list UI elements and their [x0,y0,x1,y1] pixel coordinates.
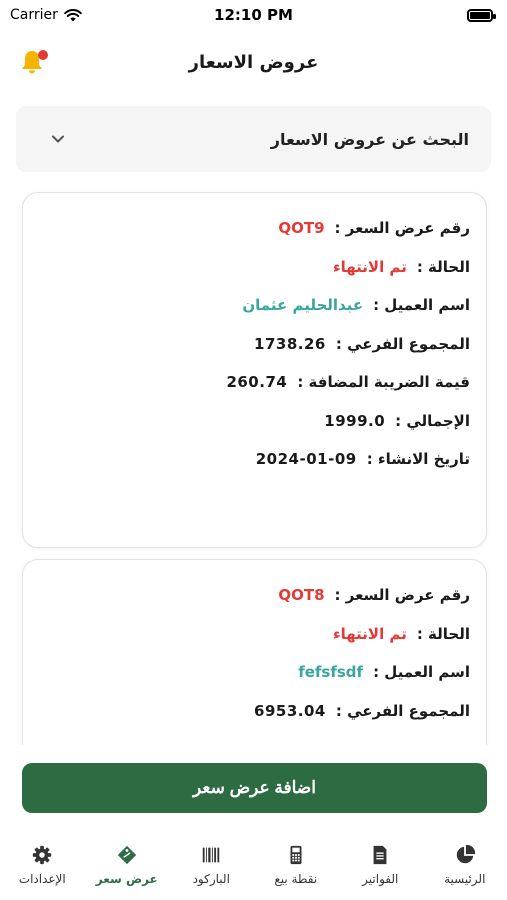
nav-item-quote[interactable]: عرض سعر [85,832,170,900]
quote-total-label: الإجمالي : [395,411,470,430]
quote-number-row: رقم عرض السعر : QOT9 [39,209,470,248]
nav-item-invoices[interactable]: الفواتير [338,832,423,900]
gear-icon [33,845,52,865]
search-label: البحث عن عروض الاسعار [270,129,469,149]
quote-customer-row: اسم العميل : عبدالحليم عثمان [39,286,470,325]
quote-customer-label: اسم العميل : [373,663,470,682]
quote-subtotal-row: المجموع الفرعي : 1738.26 [39,325,470,364]
quote-number-row: رقم عرض السعر : QOT8 [39,576,470,615]
quote-subtotal: 1738.26 [254,334,326,353]
nav-label: عرض سعر [95,872,158,886]
quote-vat: 260.74 [226,373,288,392]
chevron-down-icon [52,135,64,143]
bottom-nav: الإعدادات عرض سعر الباركود نقطة بيع الفو… [0,832,507,900]
add-quote-button[interactable]: اضافة عرض سعر [22,763,487,813]
quote-status-label: الحالة : [416,624,470,643]
quote-number-label: رقم عرض السعر : [334,586,470,605]
quote-subtotal: 6953.04 [254,701,326,720]
search-panel[interactable]: البحث عن عروض الاسعار [16,106,491,172]
quote-subtotal-label: المجموع الفرعي : [335,334,470,353]
quote-number: QOT8 [278,586,325,605]
carrier-label: Carrier [10,7,58,23]
tag-icon [117,845,136,865]
nav-item-settings[interactable]: الإعدادات [0,832,85,900]
quote-number-label: رقم عرض السعر : [334,219,470,238]
quote-card[interactable]: رقم عرض السعر : QOT9 الحالة : تم الانتها… [22,192,487,548]
nav-label: نقطة بيع [274,872,318,886]
battery-icon [467,8,496,22]
quote-card[interactable]: رقم عرض السعر : QOT8 الحالة : تم الانتها… [22,559,487,745]
page-title: عروض الاسعار [188,51,319,73]
notification-badge [38,50,48,60]
quote-number: QOT9 [278,219,325,238]
nav-item-barcode[interactable]: الباركود [169,832,254,900]
quote-subtotal-label: المجموع الفرعي : [335,701,470,720]
nav-item-pos[interactable]: نقطة بيع [254,832,339,900]
nav-label: الباركود [192,872,230,886]
quote-vat-label: قيمة الضريبة المضافة : [297,373,470,392]
nav-label: الإعدادات [18,872,66,886]
quote-created-label: تاريخ الانشاء : [366,450,470,469]
quotes-list[interactable]: رقم عرض السعر : QOT9 الحالة : تم الانتها… [0,180,507,745]
quote-total-row: الإجمالي : 1999.0 [39,402,470,441]
quote-subtotal-row: المجموع الفرعي : 6953.04 [39,692,470,731]
nav-label: الرئيسية [444,872,486,886]
quote-status: تم الانتهاء [332,624,407,643]
quote-created-row: تاريخ الانشاء : 2024-01-09 [39,440,470,479]
quote-customer-label: اسم العميل : [373,296,470,315]
quote-status-row: الحالة : تم الانتهاء [39,248,470,287]
quote-created: 2024-01-09 [255,450,357,469]
quote-total: 1999.0 [324,411,386,430]
status-bar: Carrier 12:10 PM [0,0,507,30]
nav-item-home[interactable]: الرئيسية [423,832,507,900]
quote-customer: fefsfsdf [298,663,364,682]
notifications-button[interactable] [18,48,48,78]
nav-label: الفواتير [362,872,399,886]
quote-customer: عبدالحليم عثمان [242,296,364,315]
invoice-icon [373,845,387,865]
quote-customer-row: اسم العميل : fefsfsdf [39,653,470,692]
pie-chart-icon [456,844,475,864]
quote-vat-row: قيمة الضريبة المضافة : 260.74 [39,363,470,402]
barcode-icon [203,847,220,863]
header: عروض الاسعار [0,40,507,84]
quote-status: تم الانتهاء [332,257,407,276]
wifi-icon [64,8,82,21]
status-time: 12:10 PM [214,6,293,24]
quote-status-label: الحالة : [416,257,470,276]
quote-status-row: الحالة : تم الانتهاء [39,615,470,654]
pos-icon [290,845,302,865]
carrier-group: Carrier [10,7,82,23]
